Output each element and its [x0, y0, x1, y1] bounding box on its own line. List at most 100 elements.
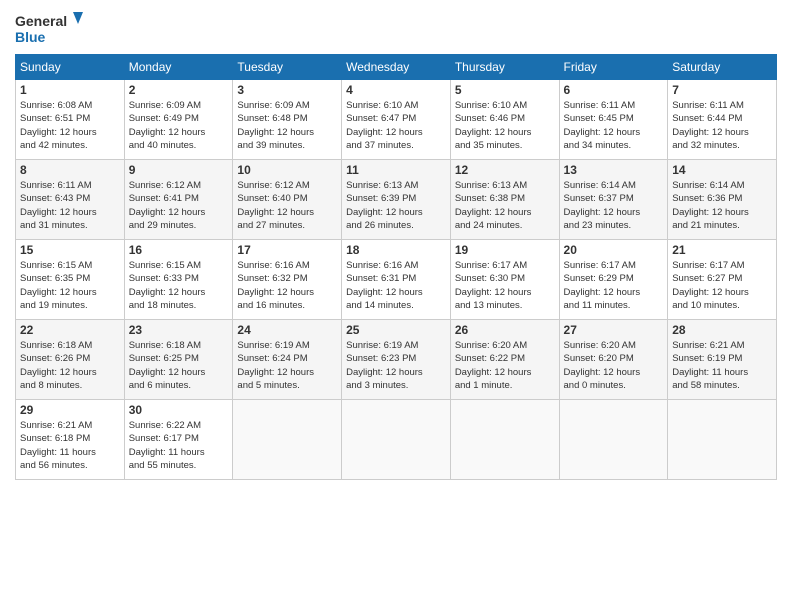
day-info: Sunrise: 6:08 AM Sunset: 6:51 PM Dayligh…: [20, 99, 120, 152]
week-row-4: 22Sunrise: 6:18 AM Sunset: 6:26 PM Dayli…: [16, 320, 777, 400]
day-number: 8: [20, 163, 120, 177]
day-number: 17: [237, 243, 337, 257]
day-info: Sunrise: 6:16 AM Sunset: 6:31 PM Dayligh…: [346, 259, 446, 312]
weekday-monday: Monday: [124, 55, 233, 80]
day-info: Sunrise: 6:09 AM Sunset: 6:48 PM Dayligh…: [237, 99, 337, 152]
day-cell: 3 Sunrise: 6:09 AM Sunset: 6:48 PM Daylig…: [233, 80, 342, 160]
day-info: Sunrise: 6:17 AM Sunset: 6:27 PM Dayligh…: [672, 259, 772, 312]
day-info: Sunrise: 6:20 AM Sunset: 6:22 PM Dayligh…: [455, 339, 555, 392]
day-info: Sunrise: 6:11 AM Sunset: 6:43 PM Dayligh…: [20, 179, 120, 232]
week-row-2: 8 Sunrise: 6:11 AM Sunset: 6:43 PM Daylig…: [16, 160, 777, 240]
day-number: 30: [129, 403, 229, 417]
day-info: Sunrise: 6:14 AM Sunset: 6:36 PM Dayligh…: [672, 179, 772, 232]
weekday-sunday: Sunday: [16, 55, 125, 80]
day-cell: 24 Sunrise: 6:19 AM Sunset: 6:24 PM Dayli…: [233, 320, 342, 400]
day-cell: 4 Sunrise: 6:10 AM Sunset: 6:47 PM Daylig…: [342, 80, 451, 160]
day-info: Sunrise: 6:10 AM Sunset: 6:46 PM Dayligh…: [455, 99, 555, 152]
day-cell: 20 Sunrise: 6:17 AM Sunset: 6:29 PM Dayli…: [559, 240, 668, 320]
weekday-header-row: SundayMondayTuesdayWednesdayThursdayFrid…: [16, 55, 777, 80]
day-cell: 27Sunrise: 6:20 AM Sunset: 6:20 PM Dayli…: [559, 320, 668, 400]
weekday-friday: Friday: [559, 55, 668, 80]
day-cell: [668, 400, 777, 480]
day-number: 16: [129, 243, 229, 257]
day-number: 22: [20, 323, 120, 337]
day-info: Sunrise: 6:15 AM Sunset: 6:33 PM Dayligh…: [129, 259, 229, 312]
logo: General Blue: [15, 10, 85, 46]
day-number: 10: [237, 163, 337, 177]
header: General Blue: [15, 10, 777, 46]
page-container: General Blue SundayMondayTuesdayWednesda…: [0, 0, 792, 490]
day-number: 3: [237, 83, 337, 97]
day-number: 25: [346, 323, 446, 337]
day-cell: 7 Sunrise: 6:11 AM Sunset: 6:44 PM Daylig…: [668, 80, 777, 160]
day-info: Sunrise: 6:09 AM Sunset: 6:49 PM Dayligh…: [129, 99, 229, 152]
day-number: 5: [455, 83, 555, 97]
day-cell: 16 Sunrise: 6:15 AM Sunset: 6:33 PM Dayli…: [124, 240, 233, 320]
day-number: 20: [564, 243, 664, 257]
day-cell: 21 Sunrise: 6:17 AM Sunset: 6:27 PM Dayli…: [668, 240, 777, 320]
day-number: 6: [564, 83, 664, 97]
day-info: Sunrise: 6:19 AM Sunset: 6:24 PM Dayligh…: [237, 339, 337, 392]
day-number: 14: [672, 163, 772, 177]
day-cell: 19 Sunrise: 6:17 AM Sunset: 6:30 PM Dayli…: [450, 240, 559, 320]
day-cell: 25 Sunrise: 6:19 AM Sunset: 6:23 PM Dayli…: [342, 320, 451, 400]
day-info: Sunrise: 6:18 AM Sunset: 6:25 PM Dayligh…: [129, 339, 229, 392]
day-info: Sunrise: 6:20 AM Sunset: 6:20 PM Dayligh…: [564, 339, 664, 392]
week-row-1: 1Sunrise: 6:08 AM Sunset: 6:51 PM Daylig…: [16, 80, 777, 160]
day-cell: 2 Sunrise: 6:09 AM Sunset: 6:49 PM Daylig…: [124, 80, 233, 160]
day-info: Sunrise: 6:17 AM Sunset: 6:29 PM Dayligh…: [564, 259, 664, 312]
weekday-wednesday: Wednesday: [342, 55, 451, 80]
day-info: Sunrise: 6:12 AM Sunset: 6:41 PM Dayligh…: [129, 179, 229, 232]
calendar-table: SundayMondayTuesdayWednesdayThursdayFrid…: [15, 54, 777, 480]
day-info: Sunrise: 6:21 AM Sunset: 6:19 PM Dayligh…: [672, 339, 772, 392]
day-info: Sunrise: 6:19 AM Sunset: 6:23 PM Dayligh…: [346, 339, 446, 392]
day-cell: 9 Sunrise: 6:12 AM Sunset: 6:41 PM Daylig…: [124, 160, 233, 240]
day-info: Sunrise: 6:11 AM Sunset: 6:44 PM Dayligh…: [672, 99, 772, 152]
day-number: 24: [237, 323, 337, 337]
day-info: Sunrise: 6:13 AM Sunset: 6:38 PM Dayligh…: [455, 179, 555, 232]
day-info: Sunrise: 6:17 AM Sunset: 6:30 PM Dayligh…: [455, 259, 555, 312]
day-number: 2: [129, 83, 229, 97]
day-cell: 22Sunrise: 6:18 AM Sunset: 6:26 PM Dayli…: [16, 320, 125, 400]
day-cell: 29 Sunrise: 6:21 AM Sunset: 6:18 PM Dayli…: [16, 400, 125, 480]
day-cell: 12Sunrise: 6:13 AM Sunset: 6:38 PM Dayli…: [450, 160, 559, 240]
day-cell: 28Sunrise: 6:21 AM Sunset: 6:19 PM Dayli…: [668, 320, 777, 400]
day-cell: 26 Sunrise: 6:20 AM Sunset: 6:22 PM Dayli…: [450, 320, 559, 400]
day-cell: 1Sunrise: 6:08 AM Sunset: 6:51 PM Daylig…: [16, 80, 125, 160]
week-row-3: 15 Sunrise: 6:15 AM Sunset: 6:35 PM Dayli…: [16, 240, 777, 320]
day-info: Sunrise: 6:10 AM Sunset: 6:47 PM Dayligh…: [346, 99, 446, 152]
day-number: 21: [672, 243, 772, 257]
day-cell: 13Sunrise: 6:14 AM Sunset: 6:37 PM Dayli…: [559, 160, 668, 240]
day-cell: 17Sunrise: 6:16 AM Sunset: 6:32 PM Dayli…: [233, 240, 342, 320]
day-cell: [233, 400, 342, 480]
weekday-thursday: Thursday: [450, 55, 559, 80]
day-cell: [559, 400, 668, 480]
day-number: 19: [455, 243, 555, 257]
svg-text:General: General: [15, 13, 67, 29]
day-info: Sunrise: 6:12 AM Sunset: 6:40 PM Dayligh…: [237, 179, 337, 232]
logo-svg: General Blue: [15, 10, 85, 46]
day-cell: 18Sunrise: 6:16 AM Sunset: 6:31 PM Dayli…: [342, 240, 451, 320]
weekday-tuesday: Tuesday: [233, 55, 342, 80]
calendar-body: 1Sunrise: 6:08 AM Sunset: 6:51 PM Daylig…: [16, 80, 777, 480]
day-info: Sunrise: 6:21 AM Sunset: 6:18 PM Dayligh…: [20, 419, 120, 472]
day-info: Sunrise: 6:22 AM Sunset: 6:17 PM Dayligh…: [129, 419, 229, 472]
day-cell: 8 Sunrise: 6:11 AM Sunset: 6:43 PM Daylig…: [16, 160, 125, 240]
weekday-saturday: Saturday: [668, 55, 777, 80]
day-cell: 5 Sunrise: 6:10 AM Sunset: 6:46 PM Daylig…: [450, 80, 559, 160]
day-number: 9: [129, 163, 229, 177]
day-cell: 10 Sunrise: 6:12 AM Sunset: 6:40 PM Dayli…: [233, 160, 342, 240]
day-number: 29: [20, 403, 120, 417]
day-cell: 14 Sunrise: 6:14 AM Sunset: 6:36 PM Dayli…: [668, 160, 777, 240]
day-cell: [450, 400, 559, 480]
day-cell: [342, 400, 451, 480]
day-number: 7: [672, 83, 772, 97]
day-info: Sunrise: 6:13 AM Sunset: 6:39 PM Dayligh…: [346, 179, 446, 232]
day-cell: 15 Sunrise: 6:15 AM Sunset: 6:35 PM Dayli…: [16, 240, 125, 320]
day-number: 26: [455, 323, 555, 337]
day-number: 15: [20, 243, 120, 257]
day-number: 4: [346, 83, 446, 97]
week-row-5: 29 Sunrise: 6:21 AM Sunset: 6:18 PM Dayli…: [16, 400, 777, 480]
day-info: Sunrise: 6:15 AM Sunset: 6:35 PM Dayligh…: [20, 259, 120, 312]
day-cell: 6Sunrise: 6:11 AM Sunset: 6:45 PM Daylig…: [559, 80, 668, 160]
